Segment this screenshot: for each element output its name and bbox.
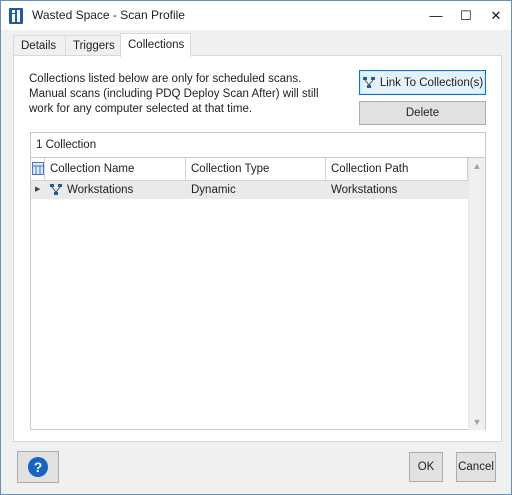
tab-collections[interactable]: Collections (120, 33, 191, 57)
ok-button-label: OK (417, 461, 435, 473)
help-icon: ? (28, 457, 48, 477)
pdq-app-icon (9, 8, 23, 24)
delete-button-label: Delete (405, 107, 440, 119)
collections-group: 1 Collection Collection Name Collection … (30, 132, 486, 430)
tab-details[interactable]: Details (13, 35, 66, 56)
cell-collection-name: Workstations (67, 184, 134, 196)
row-expand-arrow-icon[interactable]: ▶ (35, 181, 43, 199)
collections-panel: Collections listed below are only for sc… (13, 55, 502, 442)
minimize-button[interactable]: — (421, 1, 451, 30)
column-chooser-icon (32, 162, 44, 175)
column-collection-path[interactable]: Collection Path (326, 158, 468, 180)
scan-profile-window: Wasted Space - Scan Profile — ☐ ✕ Detail… (0, 0, 512, 495)
title-bar[interactable]: Wasted Space - Scan Profile — ☐ ✕ (1, 1, 511, 30)
window-title: Wasted Space - Scan Profile (32, 8, 185, 22)
collection-count: 1 Collection (36, 139, 97, 151)
vertical-scrollbar[interactable]: ▲ ▼ (468, 158, 485, 430)
cell-collection-type: Dynamic (191, 184, 236, 196)
dialog-footer: ? OK Cancel (1, 441, 511, 494)
tab-triggers[interactable]: Triggers (65, 35, 122, 56)
grid-header: Collection Name Collection Type Collecti… (31, 158, 468, 181)
cancel-button[interactable]: Cancel (456, 452, 496, 482)
scroll-up-icon[interactable]: ▲ (469, 158, 485, 174)
maximize-button[interactable]: ☐ (451, 1, 481, 30)
column-collection-type[interactable]: Collection Type (186, 158, 326, 180)
close-button[interactable]: ✕ (481, 1, 511, 30)
collection-row-icon (49, 181, 65, 199)
table-row[interactable]: ▶ Workstations Dynamic Workstations (31, 181, 468, 199)
column-collection-name[interactable]: Collection Name (45, 158, 186, 180)
collection-link-icon (362, 76, 375, 88)
link-button-label: Link To Collection(s) (379, 76, 484, 89)
ok-button[interactable]: OK (409, 452, 443, 482)
column-chooser[interactable] (31, 158, 45, 180)
delete-button[interactable]: Delete (359, 101, 486, 125)
scroll-down-icon[interactable]: ▼ (469, 414, 485, 430)
cancel-button-label: Cancel (458, 461, 494, 473)
collections-grid: Collection Name Collection Type Collecti… (31, 157, 485, 430)
link-to-collection-button[interactable]: Link To Collection(s) (359, 70, 486, 95)
help-button[interactable]: ? (17, 451, 59, 483)
scheduled-scans-info: Collections listed below are only for sc… (29, 73, 319, 115)
cell-collection-path: Workstations (331, 184, 398, 196)
